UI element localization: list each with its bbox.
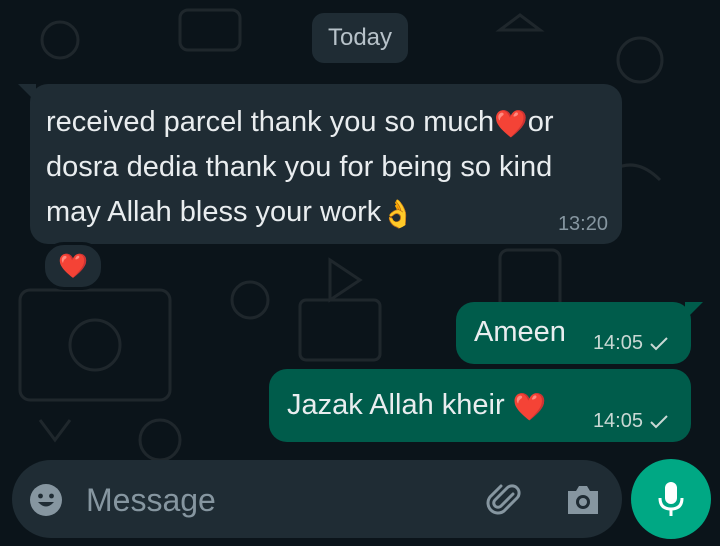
ok-hand-emoji: 👌 [381,199,415,229]
incoming-message-time: 13:20 [557,213,608,235]
outgoing-message-words: Jazak Allah kheir [287,389,505,421]
message-reaction[interactable]: ❤️ [42,242,104,290]
single-check-icon [650,414,668,428]
reaction-heart-emoji: ❤️ [58,252,88,280]
incoming-message-bubble[interactable]: received parcel thank you so much❤️or do… [18,84,622,244]
bubble-tail [685,302,703,320]
outgoing-message-text: Jazak Allah kheir ❤️ [287,389,546,422]
incoming-message-text: received parcel thank you so much❤️or do… [46,100,606,235]
message-line-3: may Allah bless your work [46,196,382,228]
message-line-1b: or [527,106,554,138]
message-meta: 14:05 [593,410,669,433]
outgoing-message-bubble[interactable]: Jazak Allah kheir ❤️ 14:05 [269,369,691,442]
message-meta: 14:05 [593,332,669,355]
message-line-1: received parcel thank you so much [46,106,495,138]
single-check-icon [650,336,668,350]
outgoing-message-bubble[interactable]: Ameen 14:05 [456,302,703,364]
mic-button[interactable] [631,459,711,539]
outgoing-message-time: 14:05 [592,410,643,432]
outgoing-message-time: 14:05 [592,332,643,354]
heart-emoji: ❤️ [512,392,547,422]
emoji-icon[interactable] [29,483,63,517]
message-composer[interactable]: Message [12,460,622,538]
bubble-tail [18,84,36,102]
date-divider: Today [312,13,408,63]
mic-icon [658,482,684,516]
attach-icon[interactable] [485,480,525,520]
message-line-2: dosra dedia thank you for being so kind [46,151,553,183]
message-input[interactable]: Message [86,482,216,519]
heart-emoji: ❤️ [494,109,528,139]
outgoing-message-text: Ameen [474,316,566,348]
camera-icon[interactable] [564,482,602,518]
